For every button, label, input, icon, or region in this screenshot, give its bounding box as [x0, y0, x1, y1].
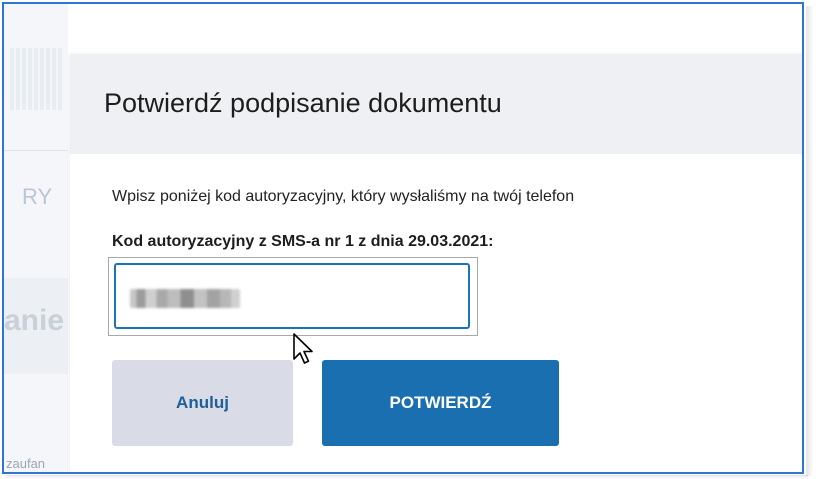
cancel-button[interactable]: Anuluj — [112, 360, 293, 446]
background-text-fragment: RY — [22, 184, 53, 209]
background-heading-fragment: anie — [4, 304, 65, 337]
frame-shadow-bottom — [6, 475, 808, 479]
dialog-title: Potwierdź podpisanie dokumentu — [104, 88, 502, 118]
confirm-signature-dialog: Potwierdź podpisanie dokumentu Wpisz pon… — [70, 54, 804, 472]
arrow-cursor-icon — [293, 333, 313, 364]
screenshot-frame: RY anie zaufan Potwierdź podpisanie doku… — [0, 0, 816, 479]
background-divider — [4, 150, 68, 151]
background-link-fragment: zaufan — [6, 456, 46, 471]
code-field-label: Kod autoryzacyjny z SMS-a nr 1 z dnia 29… — [112, 233, 494, 250]
obscured-code-value — [130, 289, 240, 308]
confirm-button[interactable]: POTWIERDŹ — [322, 360, 559, 446]
authorization-code-input[interactable] — [114, 263, 470, 329]
frame-shadow-right — [806, 6, 814, 476]
dialog-header: Potwierdź podpisanie dokumentu — [70, 54, 804, 154]
instruction-text: Wpisz poniżej kod autoryzacyjny, który w… — [112, 188, 575, 205]
background-logo — [10, 48, 64, 110]
code-input-wrapper — [108, 257, 478, 336]
